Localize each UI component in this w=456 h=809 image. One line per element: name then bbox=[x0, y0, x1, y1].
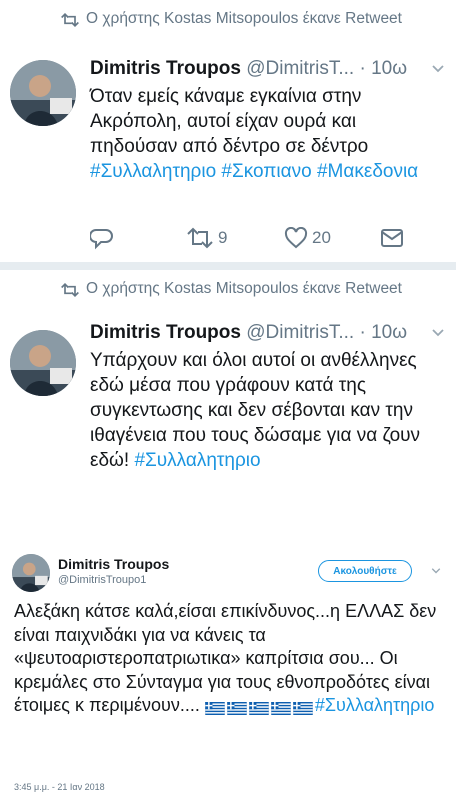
direct-message-icon bbox=[381, 229, 403, 247]
like-icon bbox=[284, 227, 308, 249]
tweet-text: Όταν εμείς κάναμε εγκαίνια στην Ακρόπολη… bbox=[90, 86, 419, 182]
divider bbox=[0, 262, 456, 270]
direct-message-button[interactable] bbox=[380, 224, 404, 252]
tweet-time[interactable]: · 10ω bbox=[359, 322, 407, 343]
tweet-actions: 9 20 bbox=[90, 224, 430, 252]
hashtag-link[interactable]: #Συλλαλητηριο bbox=[134, 450, 260, 471]
author-handle[interactable]: @DimitrisT... bbox=[246, 322, 354, 343]
greek-flags bbox=[205, 696, 315, 720]
embed-timestamp[interactable]: 3:45 μ.μ. - 21 Ιαν 2018 bbox=[14, 782, 105, 792]
author-name[interactable]: Dimitris Troupos bbox=[90, 58, 241, 79]
retweet-icon bbox=[61, 13, 79, 27]
greek-flag-icon bbox=[271, 701, 291, 715]
like-button[interactable]: 20 bbox=[284, 224, 331, 252]
tweet-text: Υπάρχουν και όλοι αυτοί οι ανθέλληνες εδ… bbox=[90, 350, 421, 471]
chevron-down-icon[interactable] bbox=[430, 61, 446, 77]
tweet-time[interactable]: · 10ω bbox=[359, 58, 407, 79]
retweet-icon bbox=[187, 227, 213, 249]
hashtag-link[interactable]: #Σκοπιανο bbox=[221, 161, 311, 182]
embed-author-name[interactable]: Dimitris Troupos bbox=[58, 556, 169, 572]
author-name[interactable]: Dimitris Troupos bbox=[90, 322, 241, 343]
embed-author-handle[interactable]: @DimitrisTroupo1 bbox=[58, 574, 146, 586]
hashtag-link[interactable]: #Συλλαλητηριο bbox=[315, 695, 435, 715]
greek-flag-icon bbox=[205, 701, 225, 715]
chevron-down-icon[interactable] bbox=[430, 325, 446, 341]
greek-flag-icon bbox=[293, 701, 313, 715]
avatar[interactable] bbox=[10, 330, 76, 396]
greek-flag-icon bbox=[249, 701, 269, 715]
follow-button[interactable]: Ακολουθήστε bbox=[318, 560, 412, 582]
retweet-label[interactable]: Ο χρήστης Kostas Mitsopoulos έκανε Retwe… bbox=[86, 9, 436, 29]
hashtag-link[interactable]: #Μακεδονια bbox=[317, 161, 418, 182]
tweet-2[interactable]: Ο χρήστης Kostas Mitsopoulos έκανε Retwe… bbox=[0, 270, 456, 520]
avatar[interactable] bbox=[10, 60, 76, 126]
reply-icon bbox=[90, 229, 113, 250]
retweet-icon bbox=[61, 283, 79, 297]
reply-button[interactable] bbox=[90, 224, 114, 252]
hashtag-link[interactable]: #Συλλαλητηριο bbox=[90, 161, 216, 182]
chevron-down-icon[interactable] bbox=[430, 565, 442, 577]
author-handle[interactable]: @DimitrisT... bbox=[246, 58, 354, 79]
retweet-button[interactable]: 9 bbox=[186, 224, 227, 252]
retweet-count: 9 bbox=[218, 228, 228, 247]
embed-tweet-text: Αλεξάκη κάτσε καλά,είσαι επικίνδυνος...η… bbox=[14, 600, 450, 720]
avatar[interactable] bbox=[12, 554, 50, 592]
tweet-1[interactable]: Ο χρήστης Kostas Mitsopoulos έκανε Retwe… bbox=[0, 0, 456, 262]
retweet-label[interactable]: Ο χρήστης Kostas Mitsopoulos έκανε Retwe… bbox=[86, 279, 436, 299]
greek-flag-icon bbox=[227, 701, 247, 715]
like-count: 20 bbox=[312, 228, 331, 247]
